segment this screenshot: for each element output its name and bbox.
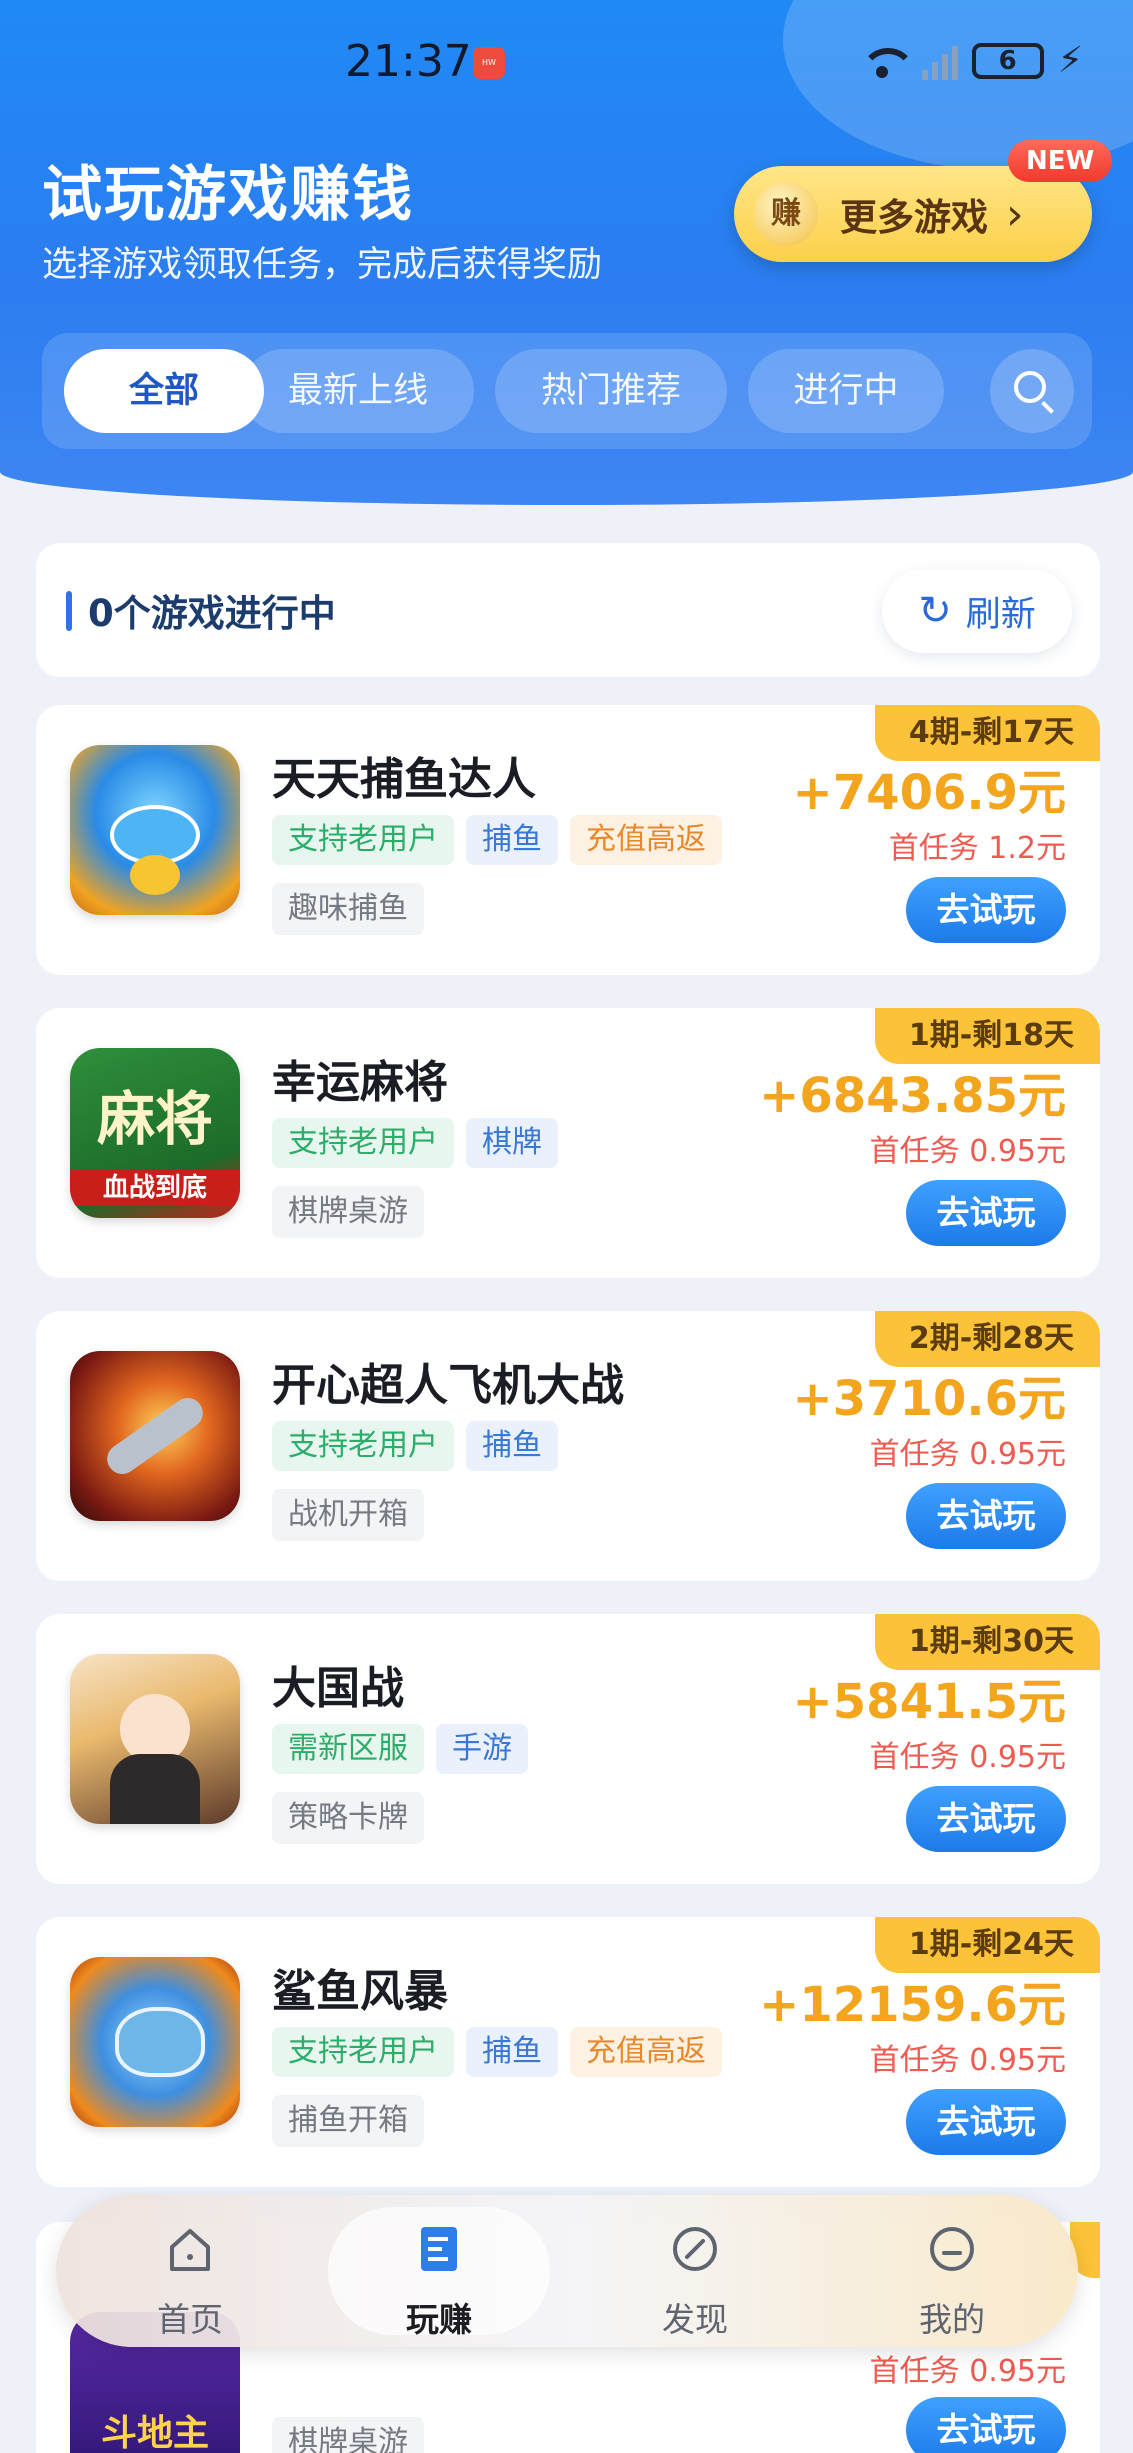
tag-row: 支持老用户 捕鱼 充值高返	[272, 2027, 722, 2077]
try-play-button[interactable]: 去试玩	[906, 1180, 1066, 1246]
mahjong-icon-title: 麻将	[96, 1085, 213, 1153]
nav-label: 发现	[662, 2300, 728, 2339]
try-play-button[interactable]: 去试玩	[906, 2089, 1066, 2155]
tag: 手游	[436, 1724, 528, 1774]
notification-badge-icon: HW	[473, 47, 505, 79]
nav-discover[interactable]: 发现	[585, 2195, 805, 2347]
strategy-game-icon	[70, 1654, 240, 1824]
reward-amount: +12159.6元	[759, 1977, 1066, 2033]
tag: 支持老用户	[272, 2027, 454, 2077]
first-task-reward: 首任务 0.95元	[869, 1437, 1066, 1472]
charging-icon: ⚡	[1057, 40, 1083, 81]
game-title: 开心超人飞机大战	[272, 1360, 624, 1411]
nav-play-earn[interactable]: 玩赚	[329, 2195, 549, 2347]
game-card[interactable]: 鲨鱼风暴 支持老用户 捕鱼 充值高返 捕鱼开箱 1期-剩24天 +12159.6…	[36, 1917, 1100, 2187]
tag: 捕鱼	[466, 815, 558, 865]
more-games-label: 更多游戏	[840, 196, 988, 239]
mahjong-game-icon: 麻将 血战到底	[70, 1048, 240, 1218]
game-card[interactable]: 大国战 需新区服 手游 策略卡牌 1期-剩30天 +5841.5元 首任务 0.…	[36, 1614, 1100, 1884]
tab-all[interactable]: 全部	[64, 349, 264, 433]
fish-game-icon	[70, 745, 240, 915]
first-task-reward: 首任务 0.95元	[869, 1134, 1066, 1169]
reward-amount: +5841.5元	[792, 1674, 1066, 1730]
nav-profile[interactable]: 我的	[842, 2195, 1062, 2347]
mahjong-icon-subtitle: 血战到底	[70, 1170, 240, 1206]
discover-icon	[673, 2227, 717, 2271]
status-time: 21:37	[345, 36, 472, 87]
try-play-button[interactable]: 去试玩	[906, 1483, 1066, 1549]
tag: 充值高返	[570, 2027, 722, 2077]
plane-game-icon	[70, 1351, 240, 1521]
nav-label: 玩赚	[406, 2300, 472, 2339]
section-marker	[66, 591, 72, 631]
game-title: 幸运麻将	[272, 1057, 448, 1108]
tag: 支持老用户	[272, 1421, 454, 1471]
doudizhu-icon-text: 斗地主	[100, 2413, 209, 2453]
genre-tag: 捕鱼开箱	[272, 2095, 424, 2147]
try-play-button[interactable]: 去试玩	[906, 877, 1066, 943]
battery-icon: 6	[971, 42, 1044, 79]
page-subtitle: 选择游戏领取任务，完成后获得奖励	[42, 245, 603, 285]
progress-card: 0个游戏进行中 ↻ 刷新	[36, 543, 1100, 677]
shark-game-icon	[70, 1957, 240, 2127]
tag: 捕鱼	[466, 2027, 558, 2077]
profile-icon	[930, 2227, 974, 2271]
progress-text: 0个游戏进行中	[88, 592, 336, 635]
chevron-right-icon: ›	[1006, 188, 1024, 240]
signal-icon	[921, 42, 958, 80]
try-play-button[interactable]: 去试玩	[906, 1786, 1066, 1852]
tab-in-progress[interactable]: 进行中	[748, 349, 944, 433]
genre-tag: 趣味捕鱼	[272, 883, 424, 935]
first-task-reward: 首任务 0.95元	[869, 1740, 1066, 1775]
game-title: 鲨鱼风暴	[272, 1966, 448, 2017]
search-button[interactable]	[990, 349, 1074, 433]
refresh-button[interactable]: ↻ 刷新	[882, 569, 1072, 653]
home-icon	[170, 2229, 210, 2271]
nav-label: 首页	[157, 2300, 223, 2339]
first-task-reward: 首任务 0.95元	[869, 2043, 1066, 2078]
try-play-button[interactable]: 去试玩	[906, 2397, 1066, 2453]
tag-row: 支持老用户 捕鱼	[272, 1421, 558, 1471]
tag: 棋牌	[466, 1118, 558, 1168]
tag-row: 支持老用户 棋牌	[272, 1118, 558, 1168]
wifi-icon	[856, 42, 916, 80]
refresh-label: 刷新	[965, 594, 1036, 635]
new-badge: NEW	[1008, 140, 1113, 182]
tab-newest[interactable]: 最新上线	[242, 349, 474, 433]
earn-icon: 赚	[754, 182, 818, 246]
filter-bar: 全部 最新上线 热门推荐 进行中	[42, 333, 1092, 449]
play-earn-icon	[421, 2227, 457, 2271]
refresh-icon: ↻	[918, 588, 952, 634]
nav-home[interactable]: 首页	[80, 2195, 300, 2347]
game-card[interactable]: 开心超人飞机大战 支持老用户 捕鱼 战机开箱 2期-剩28天 +3710.6元 …	[36, 1311, 1100, 1581]
tag: 捕鱼	[466, 1421, 558, 1471]
tag-row: 支持老用户 捕鱼 充值高返	[272, 815, 722, 865]
genre-tag: 棋牌桌游	[272, 2417, 424, 2453]
tab-popular[interactable]: 热门推荐	[495, 349, 727, 433]
search-icon	[1014, 371, 1046, 403]
game-card[interactable]: 天天捕鱼达人 支持老用户 捕鱼 充值高返 趣味捕鱼 4期-剩17天 +7406.…	[36, 705, 1100, 975]
game-card[interactable]: 麻将 血战到底 幸运麻将 支持老用户 棋牌 棋牌桌游 1期-剩18天 +6843…	[36, 1008, 1100, 1278]
tag: 支持老用户	[272, 815, 454, 865]
tag: 支持老用户	[272, 1118, 454, 1168]
tag-row: 需新区服 手游	[272, 1724, 528, 1774]
tag: 需新区服	[272, 1724, 424, 1774]
bottom-nav: 首页 玩赚 发现 我的	[56, 2195, 1078, 2347]
first-task-reward: 首任务 0.95元	[869, 2354, 1066, 2389]
genre-tag: 策略卡牌	[272, 1792, 424, 1844]
genre-tag: 战机开箱	[272, 1489, 424, 1541]
reward-amount: +6843.85元	[759, 1068, 1066, 1124]
game-title: 大国战	[272, 1663, 404, 1714]
page-title: 试玩游戏赚钱	[42, 160, 414, 230]
reward-amount: +7406.9元	[792, 765, 1066, 821]
nav-label: 我的	[919, 2300, 985, 2339]
status-icons: 6 ⚡	[856, 40, 1083, 81]
game-title: 天天捕鱼达人	[272, 754, 536, 805]
first-task-reward: 首任务 1.2元	[888, 831, 1066, 866]
tag: 充值高返	[570, 815, 722, 865]
genre-tag: 棋牌桌游	[272, 1186, 424, 1238]
reward-amount: +3710.6元	[792, 1371, 1066, 1427]
